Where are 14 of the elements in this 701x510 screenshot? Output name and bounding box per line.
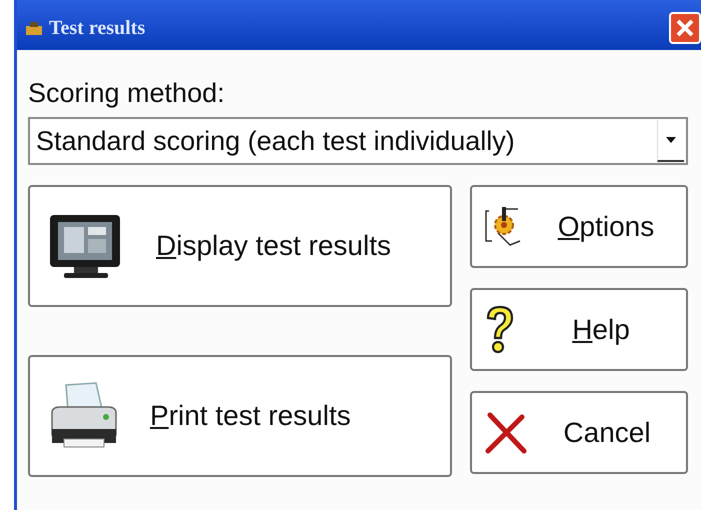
scoring-method-label: Scoring method: xyxy=(28,78,226,109)
cancel-button[interactable]: Cancel xyxy=(470,391,688,474)
window-title: Test results xyxy=(49,16,146,40)
close-button[interactable] xyxy=(669,12,701,44)
print-results-button[interactable]: Print test results xyxy=(28,355,452,477)
display-results-button[interactable]: Display test results xyxy=(28,185,452,307)
scoring-method-dropdown[interactable]: Standard scoring (each test individually) xyxy=(28,117,688,165)
app-icon xyxy=(25,20,43,36)
dropdown-arrow-icon[interactable] xyxy=(666,137,676,143)
options-button[interactable]: Options xyxy=(470,185,688,268)
question-mark-icon xyxy=(484,304,516,356)
close-icon[interactable] xyxy=(675,18,695,38)
help-button[interactable]: Help xyxy=(470,288,688,371)
cross-icon xyxy=(484,410,528,454)
